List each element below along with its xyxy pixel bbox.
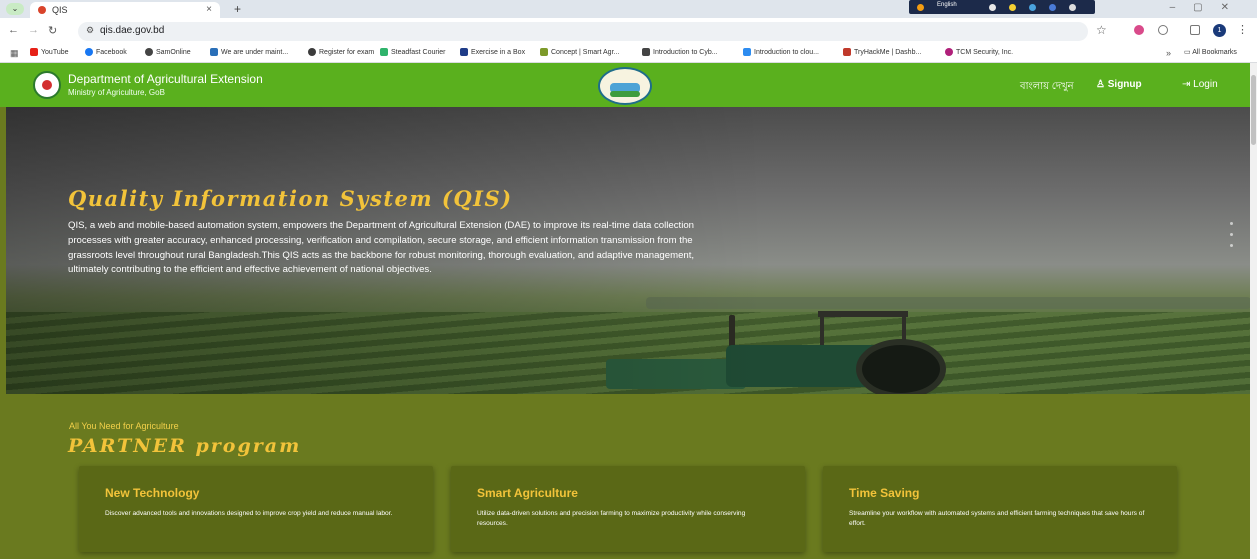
- bookmark-tcm[interactable]: TCM Security, Inc.: [945, 48, 1013, 56]
- reload-icon[interactable]: ↻: [48, 24, 57, 37]
- app-icon: [1009, 4, 1016, 11]
- signup-link[interactable]: ♙ Signup: [1096, 79, 1142, 90]
- bookmark-maintenance[interactable]: We are under maint...: [210, 48, 288, 56]
- card-description: Streamline your workflow with automated …: [849, 510, 1145, 527]
- reading-list-icon[interactable]: [1190, 25, 1200, 35]
- tractor-roof: [818, 311, 908, 317]
- section-kicker: All You Need for Agriculture: [69, 421, 179, 431]
- hero-description: QIS, a web and mobile-based automation s…: [68, 220, 695, 276]
- forward-icon[interactable]: →: [28, 24, 39, 36]
- card-title: Smart Agriculture: [477, 486, 578, 500]
- site-icon: [308, 48, 316, 56]
- app-icon: [989, 4, 996, 11]
- site-icon: [945, 48, 953, 56]
- back-icon[interactable]: ←: [8, 24, 19, 36]
- all-bookmarks[interactable]: ▭ All Bookmarks: [1184, 48, 1237, 56]
- bookmark-steadfast[interactable]: Steadfast Courier: [380, 48, 445, 56]
- favicon-icon: [38, 6, 46, 14]
- bookmark-samonline[interactable]: SamOnline: [145, 48, 191, 56]
- bookmark-youtube[interactable]: YouTube: [30, 48, 69, 56]
- site-icon: [380, 48, 388, 56]
- site-icon: [642, 48, 650, 56]
- site-icon: [460, 48, 468, 56]
- page: Department of Agricultural Extension Min…: [0, 63, 1257, 559]
- section-title: PARTNER program: [68, 435, 302, 457]
- close-icon[interactable]: ×: [206, 4, 212, 15]
- omnibox[interactable]: ⚙ qis.dae.gov.bd: [78, 22, 1088, 41]
- bookmark-tryhackme[interactable]: TryHackMe | Dashb...: [843, 48, 921, 56]
- carousel-dots[interactable]: [1230, 222, 1233, 255]
- bookmark-star-icon[interactable]: ☆: [1096, 23, 1107, 37]
- app-icon: [1049, 4, 1056, 11]
- card-description: Discover advanced tools and innovations …: [105, 510, 393, 517]
- page-scrollbar[interactable]: [1250, 63, 1257, 559]
- apps-icon[interactable]: ▦: [10, 48, 19, 59]
- government-seal-icon[interactable]: [33, 71, 61, 99]
- app-icon: [917, 4, 924, 11]
- bookmark-intro-cyber[interactable]: Introduction to Cyb...: [642, 48, 718, 56]
- window-controls[interactable]: –▢✕: [1170, 2, 1247, 13]
- extension-icon[interactable]: [1134, 25, 1144, 35]
- site-icon: [540, 48, 548, 56]
- taskbar-overlay: English: [909, 0, 1095, 14]
- bookmark-exercise-box[interactable]: Exercise in a Box: [460, 48, 525, 56]
- bookmarks-overflow[interactable]: »: [1166, 48, 1171, 58]
- department-name[interactable]: Department of Agricultural Extension: [68, 72, 263, 86]
- app-icon: [1029, 4, 1036, 11]
- browser-tab[interactable]: QIS ×: [30, 2, 220, 18]
- profile-avatar[interactable]: 1: [1213, 24, 1226, 37]
- url-text[interactable]: qis.dae.gov.bd: [100, 25, 164, 36]
- puzzle-icon[interactable]: [1158, 25, 1168, 35]
- bookmarks-bar: ▦ YouTube Facebook SamOnline We are unde…: [0, 45, 1257, 63]
- hero-banner: Quality Information System (QIS) QIS, a …: [6, 107, 1251, 394]
- app-icon: [1069, 4, 1076, 11]
- card-title: Time Saving: [849, 486, 920, 500]
- site-icon: [743, 48, 751, 56]
- site-header: Department of Agricultural Extension Min…: [0, 63, 1257, 107]
- site-info-icon[interactable]: ⚙: [86, 25, 94, 36]
- bookmark-smart-agri[interactable]: Concept | Smart Agr...: [540, 48, 619, 56]
- bookmark-intro-cloud[interactable]: Introduction to clou...: [743, 48, 819, 56]
- site-icon: [210, 48, 218, 56]
- browser-tab-strip: ⌄ QIS × + English –▢✕: [0, 0, 1257, 18]
- globe-icon: [145, 48, 153, 56]
- language-indicator[interactable]: English: [937, 2, 957, 8]
- facebook-icon: [85, 48, 93, 56]
- scrollbar-thumb[interactable]: [1251, 75, 1256, 145]
- dae-logo-icon[interactable]: [598, 67, 652, 105]
- address-bar-row: ← → ↻ ⚙ qis.dae.gov.bd ☆ 1 ⋮: [0, 18, 1257, 45]
- card-description: Utilize data-driven solutions and precis…: [477, 510, 746, 527]
- language-toggle-link[interactable]: বাংলায় দেখুন: [1020, 79, 1074, 96]
- bookmark-register-exam[interactable]: Register for exam: [308, 48, 374, 56]
- card-title: New Technology: [105, 486, 200, 500]
- folder-icon: ▭: [1184, 49, 1193, 56]
- tractor-wheel: [856, 339, 946, 394]
- logo-land: [610, 91, 640, 97]
- ministry-name: Ministry of Agriculture, GoB: [68, 88, 165, 97]
- partner-section: All You Need for Agriculture PARTNER pro…: [0, 394, 1257, 559]
- feature-card-new-technology[interactable]: New Technology Discover advanced tools a…: [79, 466, 433, 552]
- new-tab-button[interactable]: +: [234, 2, 241, 16]
- feature-card-smart-agriculture[interactable]: Smart Agriculture Utilize data-driven so…: [451, 466, 805, 552]
- site-icon: [843, 48, 851, 56]
- tab-search-button[interactable]: ⌄: [6, 3, 24, 15]
- user-icon: ♙: [1096, 79, 1108, 90]
- login-icon: ⇥: [1182, 79, 1194, 90]
- menu-icon[interactable]: ⋮: [1237, 23, 1248, 36]
- bookmark-facebook[interactable]: Facebook: [85, 48, 127, 56]
- youtube-icon: [30, 48, 38, 56]
- feature-card-time-saving[interactable]: Time Saving Streamline your workflow wit…: [823, 466, 1177, 552]
- login-link[interactable]: ⇥ Login: [1182, 79, 1218, 90]
- tab-title: QIS: [52, 5, 68, 15]
- hero-title: Quality Information System (QIS): [68, 186, 513, 211]
